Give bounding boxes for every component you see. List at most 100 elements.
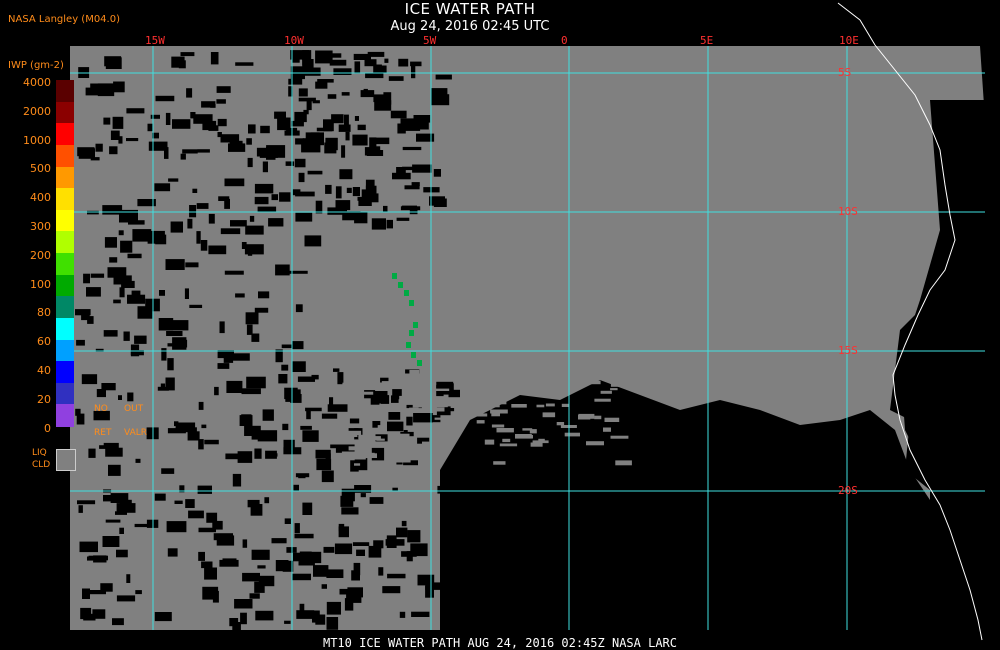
clear-cell bbox=[257, 565, 266, 569]
clear-cell bbox=[406, 416, 413, 426]
clear-cell bbox=[232, 622, 241, 635]
cloud-streak bbox=[580, 357, 598, 362]
clear-cell bbox=[254, 307, 269, 313]
cloud-streak bbox=[493, 461, 506, 465]
clear-cell bbox=[217, 132, 222, 138]
clear-cell bbox=[222, 558, 237, 567]
clear-cell bbox=[120, 240, 133, 253]
clear-cell bbox=[110, 493, 129, 503]
cloud-streak bbox=[358, 435, 366, 440]
clear-cell bbox=[130, 344, 140, 357]
ice-cloud-pixel bbox=[411, 352, 416, 358]
clear-cell bbox=[190, 112, 196, 119]
clear-cell bbox=[321, 470, 334, 483]
cloud-streak bbox=[432, 433, 450, 439]
clear-cell bbox=[365, 179, 375, 187]
clear-cell bbox=[81, 309, 90, 321]
clear-cell bbox=[212, 590, 219, 603]
clear-cell bbox=[411, 182, 420, 187]
clear-cell bbox=[327, 207, 347, 215]
cloud-streak bbox=[511, 404, 527, 408]
clear-cell bbox=[201, 424, 207, 429]
clear-cell bbox=[384, 58, 389, 63]
clear-cell bbox=[235, 293, 245, 298]
clear-cell bbox=[224, 178, 245, 187]
legend-tick-label: 2000 bbox=[23, 104, 51, 118]
clear-cell bbox=[76, 339, 85, 346]
clear-sky-region bbox=[440, 380, 930, 630]
clear-cell bbox=[305, 407, 322, 412]
clear-cell bbox=[254, 448, 262, 459]
clear-cell bbox=[175, 422, 196, 429]
clear-cell bbox=[313, 565, 329, 577]
clear-cell bbox=[401, 205, 417, 209]
cloud-streak bbox=[579, 380, 587, 383]
clear-cell bbox=[103, 117, 111, 125]
cloud-streak bbox=[539, 360, 558, 363]
clear-cell bbox=[390, 110, 407, 119]
product-timestamp: Aug 24, 2016 02:45 UTC bbox=[390, 19, 550, 34]
clear-cell bbox=[164, 147, 169, 159]
clear-cell bbox=[354, 116, 359, 121]
clear-cell bbox=[155, 234, 167, 245]
clear-cell bbox=[296, 610, 315, 619]
cloud-streak bbox=[350, 354, 362, 359]
clear-cell bbox=[251, 549, 270, 560]
legend-tick-label: 200 bbox=[30, 248, 51, 262]
clear-cell bbox=[127, 253, 142, 259]
clear-cell bbox=[186, 88, 193, 98]
clear-cell bbox=[165, 377, 175, 391]
clear-cell bbox=[299, 603, 305, 617]
clear-cell bbox=[161, 348, 167, 361]
clear-cell bbox=[396, 527, 408, 538]
clear-cell bbox=[260, 125, 270, 134]
clear-cell bbox=[323, 546, 335, 553]
clear-cell bbox=[387, 421, 404, 432]
clear-cell bbox=[101, 383, 116, 391]
clear-cell bbox=[105, 519, 121, 523]
clear-cell bbox=[200, 240, 208, 251]
cloud-streak bbox=[530, 442, 543, 447]
cloud-streak bbox=[597, 360, 608, 365]
legend-title: IWP (gm-2) bbox=[8, 60, 64, 71]
clear-cell bbox=[230, 220, 247, 227]
clear-cell bbox=[172, 119, 191, 129]
clear-cell bbox=[219, 321, 225, 334]
cloud-streak bbox=[600, 390, 612, 394]
cloud-streak bbox=[485, 403, 500, 408]
clear-cell bbox=[170, 221, 183, 233]
clear-cell bbox=[77, 147, 95, 157]
cloud-streak bbox=[491, 413, 500, 417]
cloud-streak bbox=[522, 428, 533, 431]
clear-cell bbox=[158, 318, 174, 331]
clear-cell bbox=[109, 272, 115, 277]
clear-cell bbox=[182, 149, 198, 154]
clear-cell bbox=[398, 58, 409, 67]
legend-tick-label: 500 bbox=[30, 162, 51, 176]
legend-category-label: CLD bbox=[32, 460, 51, 470]
clear-cell bbox=[198, 551, 205, 561]
clear-cell bbox=[255, 610, 274, 621]
clear-cell bbox=[315, 449, 331, 459]
clear-cell bbox=[396, 167, 406, 176]
cloud-streak bbox=[394, 458, 411, 463]
cloud-streak bbox=[399, 395, 412, 401]
clear-cell bbox=[112, 116, 124, 129]
clear-cell bbox=[109, 146, 118, 155]
clear-cell bbox=[100, 583, 113, 592]
cloud-streak bbox=[589, 364, 596, 367]
clear-cell bbox=[352, 542, 370, 546]
clear-cell bbox=[115, 511, 127, 515]
longitude-label: 0 bbox=[561, 34, 568, 47]
legend-category-label: NO bbox=[94, 404, 108, 414]
legend-color-swatch bbox=[56, 382, 74, 405]
longitude-label: 15W bbox=[145, 34, 165, 47]
clear-cell bbox=[224, 198, 230, 209]
cloud-streak bbox=[412, 404, 427, 408]
cloud-streak bbox=[523, 377, 537, 381]
clear-cell bbox=[204, 439, 219, 445]
clear-cell bbox=[321, 584, 327, 589]
clear-cell bbox=[154, 493, 166, 501]
clear-cell bbox=[316, 458, 332, 471]
clear-cell bbox=[248, 124, 256, 134]
